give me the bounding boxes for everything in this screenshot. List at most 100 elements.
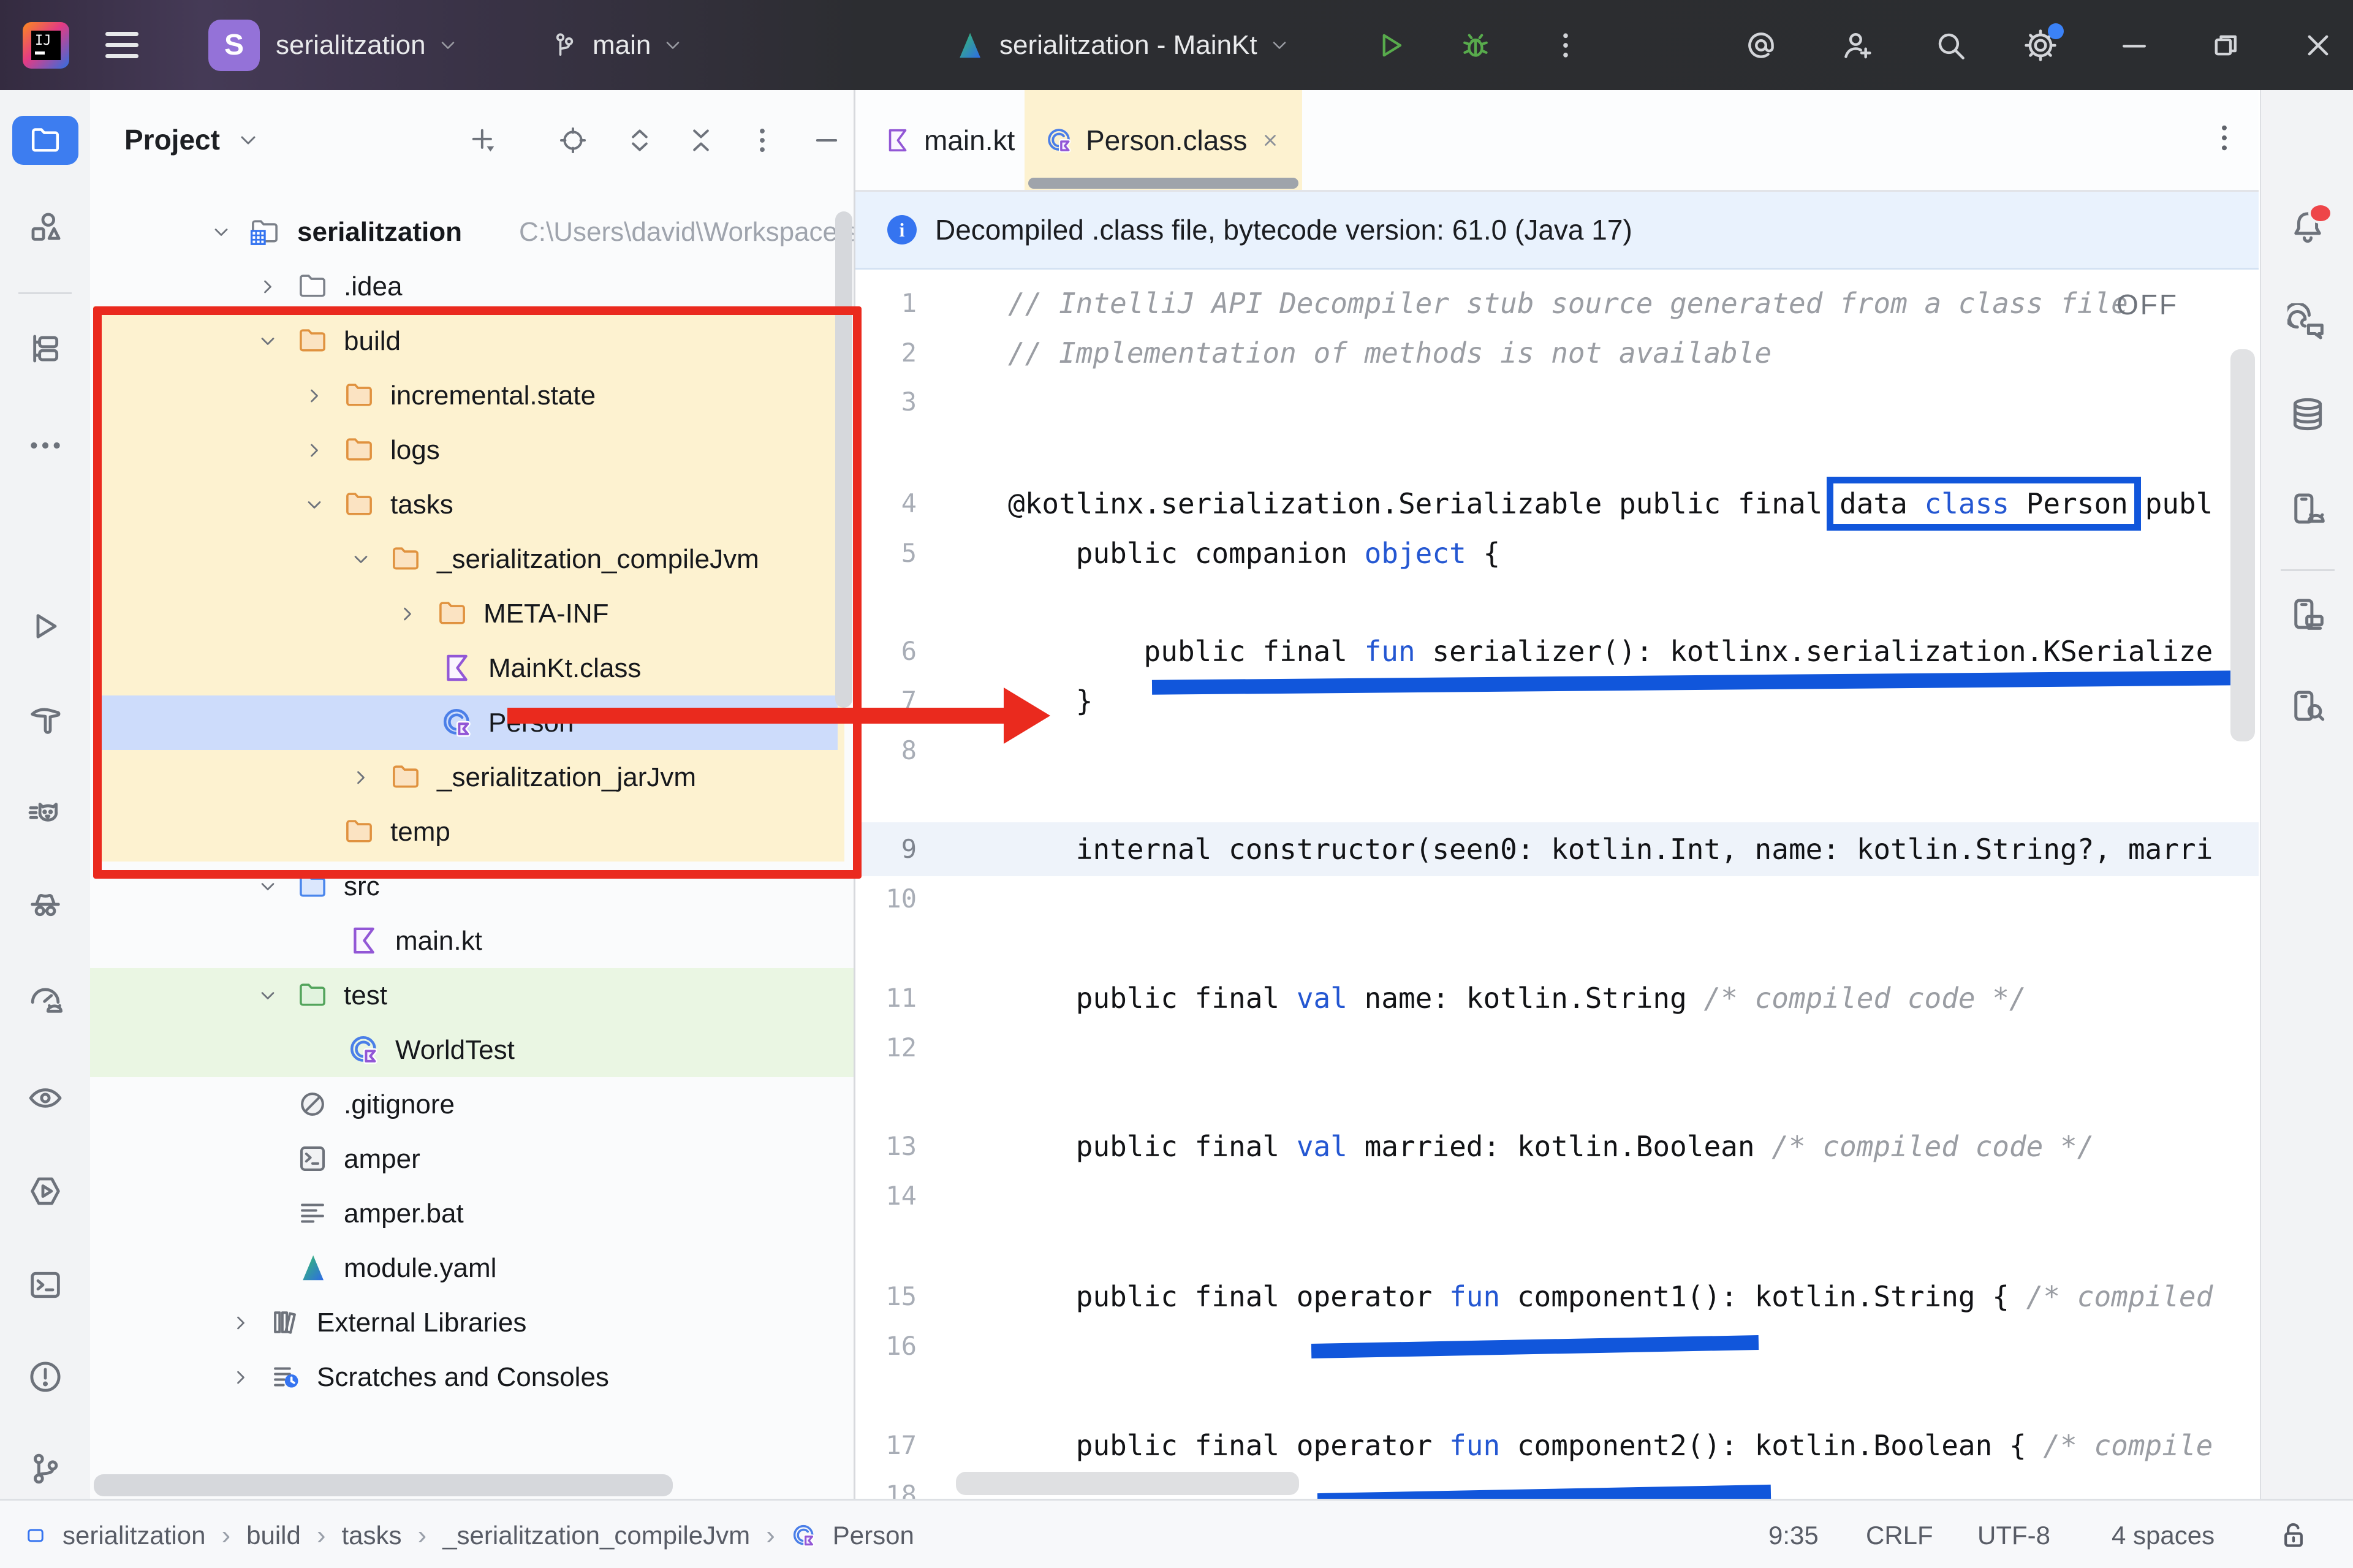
run-tool-button[interactable] [0, 607, 90, 646]
tree-row-logs[interactable]: logs [90, 423, 854, 477]
tree-row-amper[interactable]: amper [90, 1132, 854, 1186]
services-tool-button[interactable] [0, 1172, 90, 1211]
tree-row-jarjvm[interactable]: _serialitzation_jarJvm [90, 750, 854, 805]
tree-row-incremental-state[interactable]: incremental.state [90, 368, 854, 423]
tree-vertical-scrollbar[interactable] [835, 211, 852, 708]
project-tool-button[interactable] [0, 116, 90, 165]
debug-button[interactable] [1457, 0, 1494, 90]
tree-row-src[interactable]: src [90, 859, 854, 914]
close-tab-icon[interactable] [1259, 129, 1281, 151]
breadcrumb-item[interactable]: tasks [342, 1521, 402, 1550]
settings-button[interactable] [2021, 0, 2060, 90]
tree-row-temp[interactable]: temp [90, 805, 854, 859]
incognito-tool-button[interactable] [0, 885, 90, 925]
tree-row-mainkt-class[interactable]: MainKt.class [90, 641, 854, 695]
terminal-tool-button[interactable] [0, 1265, 90, 1305]
chevron-down-icon[interactable] [210, 221, 232, 243]
inspection-widget[interactable]: OFF [2116, 278, 2178, 331]
tab-main-kt[interactable]: main.kt [863, 90, 1036, 190]
chevron-down-icon[interactable] [236, 128, 260, 153]
tree-row-tasks[interactable]: tasks [90, 477, 854, 532]
device-manager-button[interactable] [2261, 488, 2353, 529]
tree-row-meta-inf[interactable]: META-INF [90, 586, 854, 641]
search-everywhere-button[interactable] [1931, 0, 1969, 90]
locate-file-icon[interactable] [557, 124, 589, 156]
branch-selector[interactable]: main [548, 0, 684, 90]
bookmarks-tool-button[interactable] [0, 329, 90, 368]
readonly-toggle[interactable] [2276, 1518, 2311, 1552]
more-tools-icon [26, 426, 65, 465]
line-separator[interactable]: CRLF [1866, 1501, 1933, 1568]
file-encoding[interactable]: UTF-8 [1977, 1501, 2050, 1568]
breadcrumb-item[interactable]: _serialitzation_compileJvm [442, 1521, 750, 1550]
tree-horizontal-scrollbar[interactable] [94, 1474, 673, 1496]
project-selector[interactable]: S serialitzation [208, 0, 459, 90]
tree-row-compilejvm[interactable]: _serialitzation_compileJvm [90, 532, 854, 586]
tree-row-build[interactable]: build [90, 314, 854, 368]
problems-tool-button[interactable] [0, 1357, 90, 1396]
chevron-right-icon[interactable] [230, 1312, 252, 1334]
chevron-right-icon[interactable] [350, 767, 372, 789]
tree-row-scratches[interactable]: Scratches and Consoles [90, 1350, 854, 1404]
build-tool-button[interactable] [0, 700, 90, 739]
device-explorer-button[interactable] [2261, 686, 2353, 726]
caret-position[interactable]: 9:35 [1768, 1501, 1819, 1568]
structure-tool-button[interactable] [0, 208, 90, 248]
eye-icon [26, 1078, 65, 1118]
breadcrumb-item[interactable]: Person [833, 1521, 914, 1550]
chevron-down-icon[interactable] [257, 985, 279, 1007]
ai-assistant-button[interactable] [1742, 0, 1780, 90]
editor-options-button[interactable] [2207, 121, 2241, 155]
notifications-button[interactable] [2261, 206, 2353, 247]
code-editor[interactable]: 1 2 3 4 5 6 7 8 9 10 11 12 13 14 15 16 1… [855, 270, 2259, 1499]
coverage-tool-button[interactable] [0, 1078, 90, 1118]
breadcrumb-item[interactable]: build [246, 1521, 301, 1550]
database-tool-button[interactable] [2261, 394, 2353, 434]
chevron-right-icon[interactable] [257, 276, 279, 298]
more-actions[interactable] [1549, 0, 1582, 90]
chevron-right-icon[interactable] [303, 439, 325, 461]
close-button[interactable] [2299, 0, 2337, 90]
hide-panel-icon[interactable] [811, 124, 843, 156]
chevron-right-icon[interactable] [230, 1366, 252, 1388]
chevron-right-icon[interactable] [303, 385, 325, 407]
minimize-button[interactable] [2115, 0, 2153, 90]
tree-row-idea[interactable]: .idea [90, 259, 854, 314]
editor-vertical-scrollbar[interactable] [2230, 349, 2255, 741]
tree-row-external-libraries[interactable]: External Libraries [90, 1295, 854, 1350]
run-button[interactable] [1373, 0, 1409, 90]
database-icon [2287, 394, 2328, 434]
collapse-all-icon[interactable] [685, 124, 717, 156]
version-control-tool-button[interactable] [0, 1449, 90, 1488]
tree-row-test[interactable]: test [90, 968, 854, 1023]
tree-row-root[interactable]: serialitzation C:\Users\david\Workspace\… [90, 205, 854, 259]
panel-options-icon[interactable] [746, 124, 778, 156]
indent-setting[interactable]: 4 spaces [2112, 1501, 2215, 1568]
chevron-down-icon[interactable] [303, 494, 325, 516]
editor-horizontal-scrollbar[interactable] [956, 1472, 1299, 1495]
running-devices-button[interactable] [2261, 594, 2353, 634]
restore-button[interactable] [2206, 0, 2244, 90]
profiler-tool-button[interactable] [0, 792, 90, 831]
tree-row-amper-bat[interactable]: amper.bat [90, 1186, 854, 1241]
tree-row-module-yaml[interactable]: module.yaml [90, 1241, 854, 1295]
chevron-right-icon[interactable] [396, 603, 419, 625]
add-icon[interactable] [468, 124, 499, 156]
chevron-down-icon[interactable] [350, 548, 372, 570]
amper-module-icon [296, 1251, 329, 1284]
chevron-down-icon[interactable] [257, 330, 279, 352]
add-user-button[interactable] [1838, 0, 1876, 90]
breadcrumb-item[interactable]: serialitzation [63, 1521, 205, 1550]
hamburger-menu-icon[interactable] [105, 0, 138, 90]
tree-row-main-kt[interactable]: main.kt [90, 914, 854, 968]
tree-row-gitignore[interactable]: .gitignore [90, 1077, 854, 1132]
run-configuration[interactable]: serialitzation - MainKt [953, 0, 1290, 90]
ai-assistant-tool-button[interactable] [2261, 303, 2353, 344]
app-logo-icon[interactable]: IJ [23, 0, 69, 90]
chevron-down-icon[interactable] [257, 876, 279, 898]
expand-all-icon[interactable] [624, 124, 656, 156]
tree-row-worldtest[interactable]: WorldTest [90, 1023, 854, 1077]
more-tools-button[interactable] [0, 426, 90, 465]
tab-person-class[interactable]: Person.class [1025, 90, 1302, 190]
android-profiler-tool-button[interactable] [0, 979, 90, 1018]
